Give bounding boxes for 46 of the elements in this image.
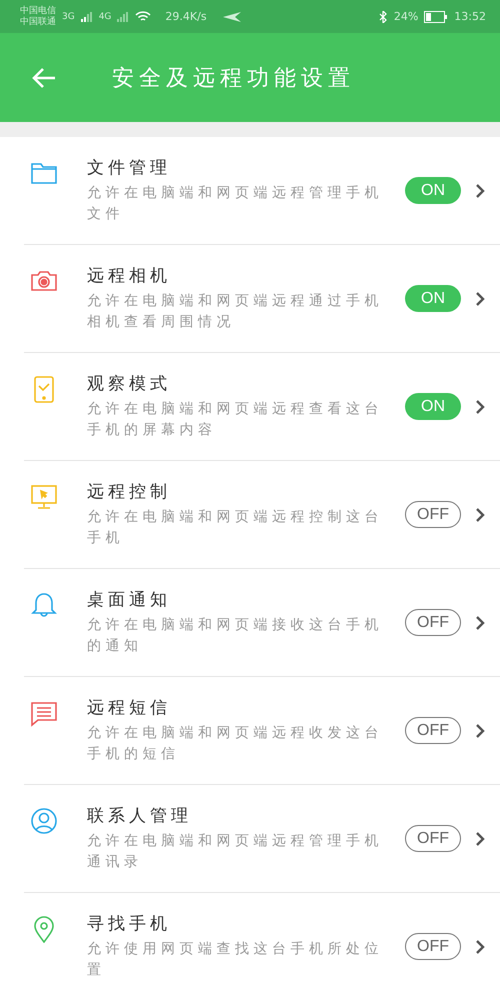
network-type: 4G [98, 12, 112, 22]
setting-description: 允许在电脑端和网页端远程管理手机通讯录 [87, 832, 384, 872]
setting-description: 允许在电脑端和网页端远程查看这台手机的屏幕内容 [87, 400, 384, 440]
wifi-icon [135, 10, 152, 22]
battery-percent: 24% [394, 10, 418, 23]
setting-description: 允许在电脑端和网页端远程收发这台手机的短信 [87, 724, 384, 764]
toggle-switch[interactable]: OFF [405, 717, 461, 744]
setting-title: 远程控制 [87, 481, 172, 503]
toggle-switch[interactable]: OFF [405, 609, 461, 636]
carrier-names: 中国电信 中国联通 [20, 6, 56, 28]
chevron-right-icon[interactable] [475, 182, 485, 198]
message-icon [30, 699, 58, 727]
setting-description: 允许在电脑端和网页端接收这台手机的通知 [87, 616, 384, 656]
bluetooth-icon [378, 10, 388, 22]
network-type: 3G [62, 12, 75, 22]
network-speed: 29.4K/s [165, 10, 207, 23]
toggle-switch[interactable]: OFF [405, 501, 461, 528]
setting-description: 允许在电脑端和网页端远程管理手机文件 [87, 184, 384, 224]
signal-icon [80, 12, 93, 22]
setting-title: 文件管理 [87, 157, 172, 179]
setting-title: 桌面通知 [87, 589, 172, 611]
bell-icon [30, 591, 58, 619]
chevron-right-icon[interactable] [475, 722, 485, 738]
setting-title: 远程短信 [87, 697, 172, 719]
setting-title: 联系人管理 [87, 805, 193, 827]
toggle-switch[interactable]: OFF [405, 933, 461, 960]
chevron-right-icon[interactable] [475, 614, 485, 630]
clock: 13:52 [454, 10, 486, 23]
chevron-right-icon[interactable] [475, 938, 485, 954]
signal-icon [117, 12, 130, 22]
toggle-switch[interactable]: OFF [405, 825, 461, 852]
battery-icon [424, 10, 448, 22]
chevron-right-icon[interactable] [475, 398, 485, 414]
chevron-right-icon[interactable] [475, 506, 485, 522]
setting-description: 允许使用网页端查找这台手机所处位置 [87, 940, 384, 980]
contact-icon [30, 807, 58, 835]
setting-title: 远程相机 [87, 265, 172, 287]
chevron-right-icon[interactable] [475, 830, 485, 846]
chevron-right-icon[interactable] [475, 290, 485, 306]
setting-title: 寻找手机 [87, 913, 172, 935]
send-icon [222, 12, 241, 22]
monitor-cursor-icon [30, 483, 58, 511]
setting-description: 允许在电脑端和网页端远程控制这台手机 [87, 508, 384, 548]
page-title: 安全及远程功能设置 [112, 64, 355, 92]
setting-description: 允许在电脑端和网页端远程通过手机相机查看周围情况 [87, 292, 384, 332]
setting-title: 观察模式 [87, 373, 172, 395]
